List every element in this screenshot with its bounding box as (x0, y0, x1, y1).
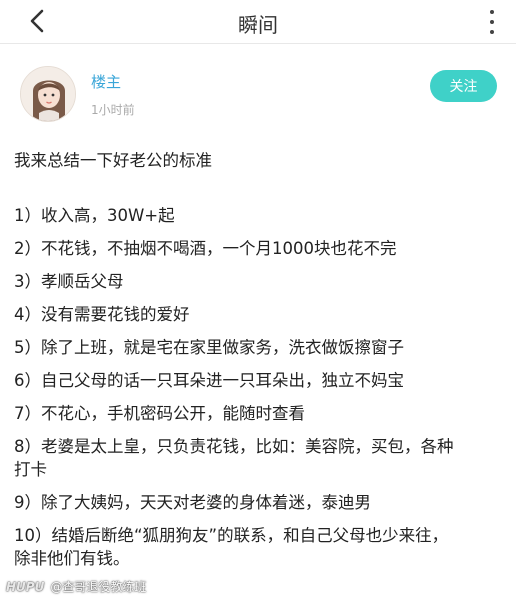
more-button[interactable] (482, 8, 502, 36)
list-item: 7）不花心，手机密码公开，能随时查看 (14, 404, 305, 423)
follow-button[interactable]: 关注 (430, 70, 497, 102)
list-item: 4）没有需要花钱的爱好 (14, 305, 190, 324)
post-time: 1小时前 (91, 103, 135, 117)
list-item: 9）除了大姨妈，天天对老婆的身体着迷，泰迪男 (14, 493, 371, 512)
list-item: 6）自己父母的话一只耳朵进一只耳朵出，独立不妈宝 (14, 371, 404, 390)
list-item: 5）除了上班，就是宅在家里做家务，洗衣做饭擦窗子 (14, 338, 404, 357)
list-item-continued: 打卡 (14, 460, 47, 479)
list-item: 8）老婆是太上皇，只负责花钱，比如：美容院，买包，各种 (14, 437, 454, 456)
post-content: 我来总结一下好老公的标准 1）收入高，30W+起 2）不花钱，不抽烟不喝酒，一个… (14, 150, 506, 581)
watermark: HUPU @查哥退役教练班 (6, 578, 146, 595)
list-item: 3）孝顺岳父母 (14, 272, 124, 291)
list-item-continued: 除非他们有钱。 (14, 549, 130, 568)
list-item: 2）不花钱，不抽烟不喝酒，一个月1000块也花不完 (14, 239, 397, 258)
avatar-illustration (21, 67, 75, 121)
list-item: 10）结婚后断绝“狐朋狗友”的联系，和自己父母也少来往， (14, 526, 449, 545)
watermark-brand: HUPU (6, 580, 45, 594)
page-title: 瞬间 (238, 13, 278, 37)
post-intro: 我来总结一下好老公的标准 (14, 151, 212, 170)
list-item: 1）收入高，30W+起 (14, 206, 175, 225)
top-bar: 瞬间 (0, 0, 516, 44)
more-vertical-icon (490, 10, 494, 14)
author-name[interactable]: 楼主 (91, 71, 121, 92)
watermark-handle: @查哥退役教练班 (50, 580, 147, 594)
avatar[interactable] (20, 66, 76, 122)
